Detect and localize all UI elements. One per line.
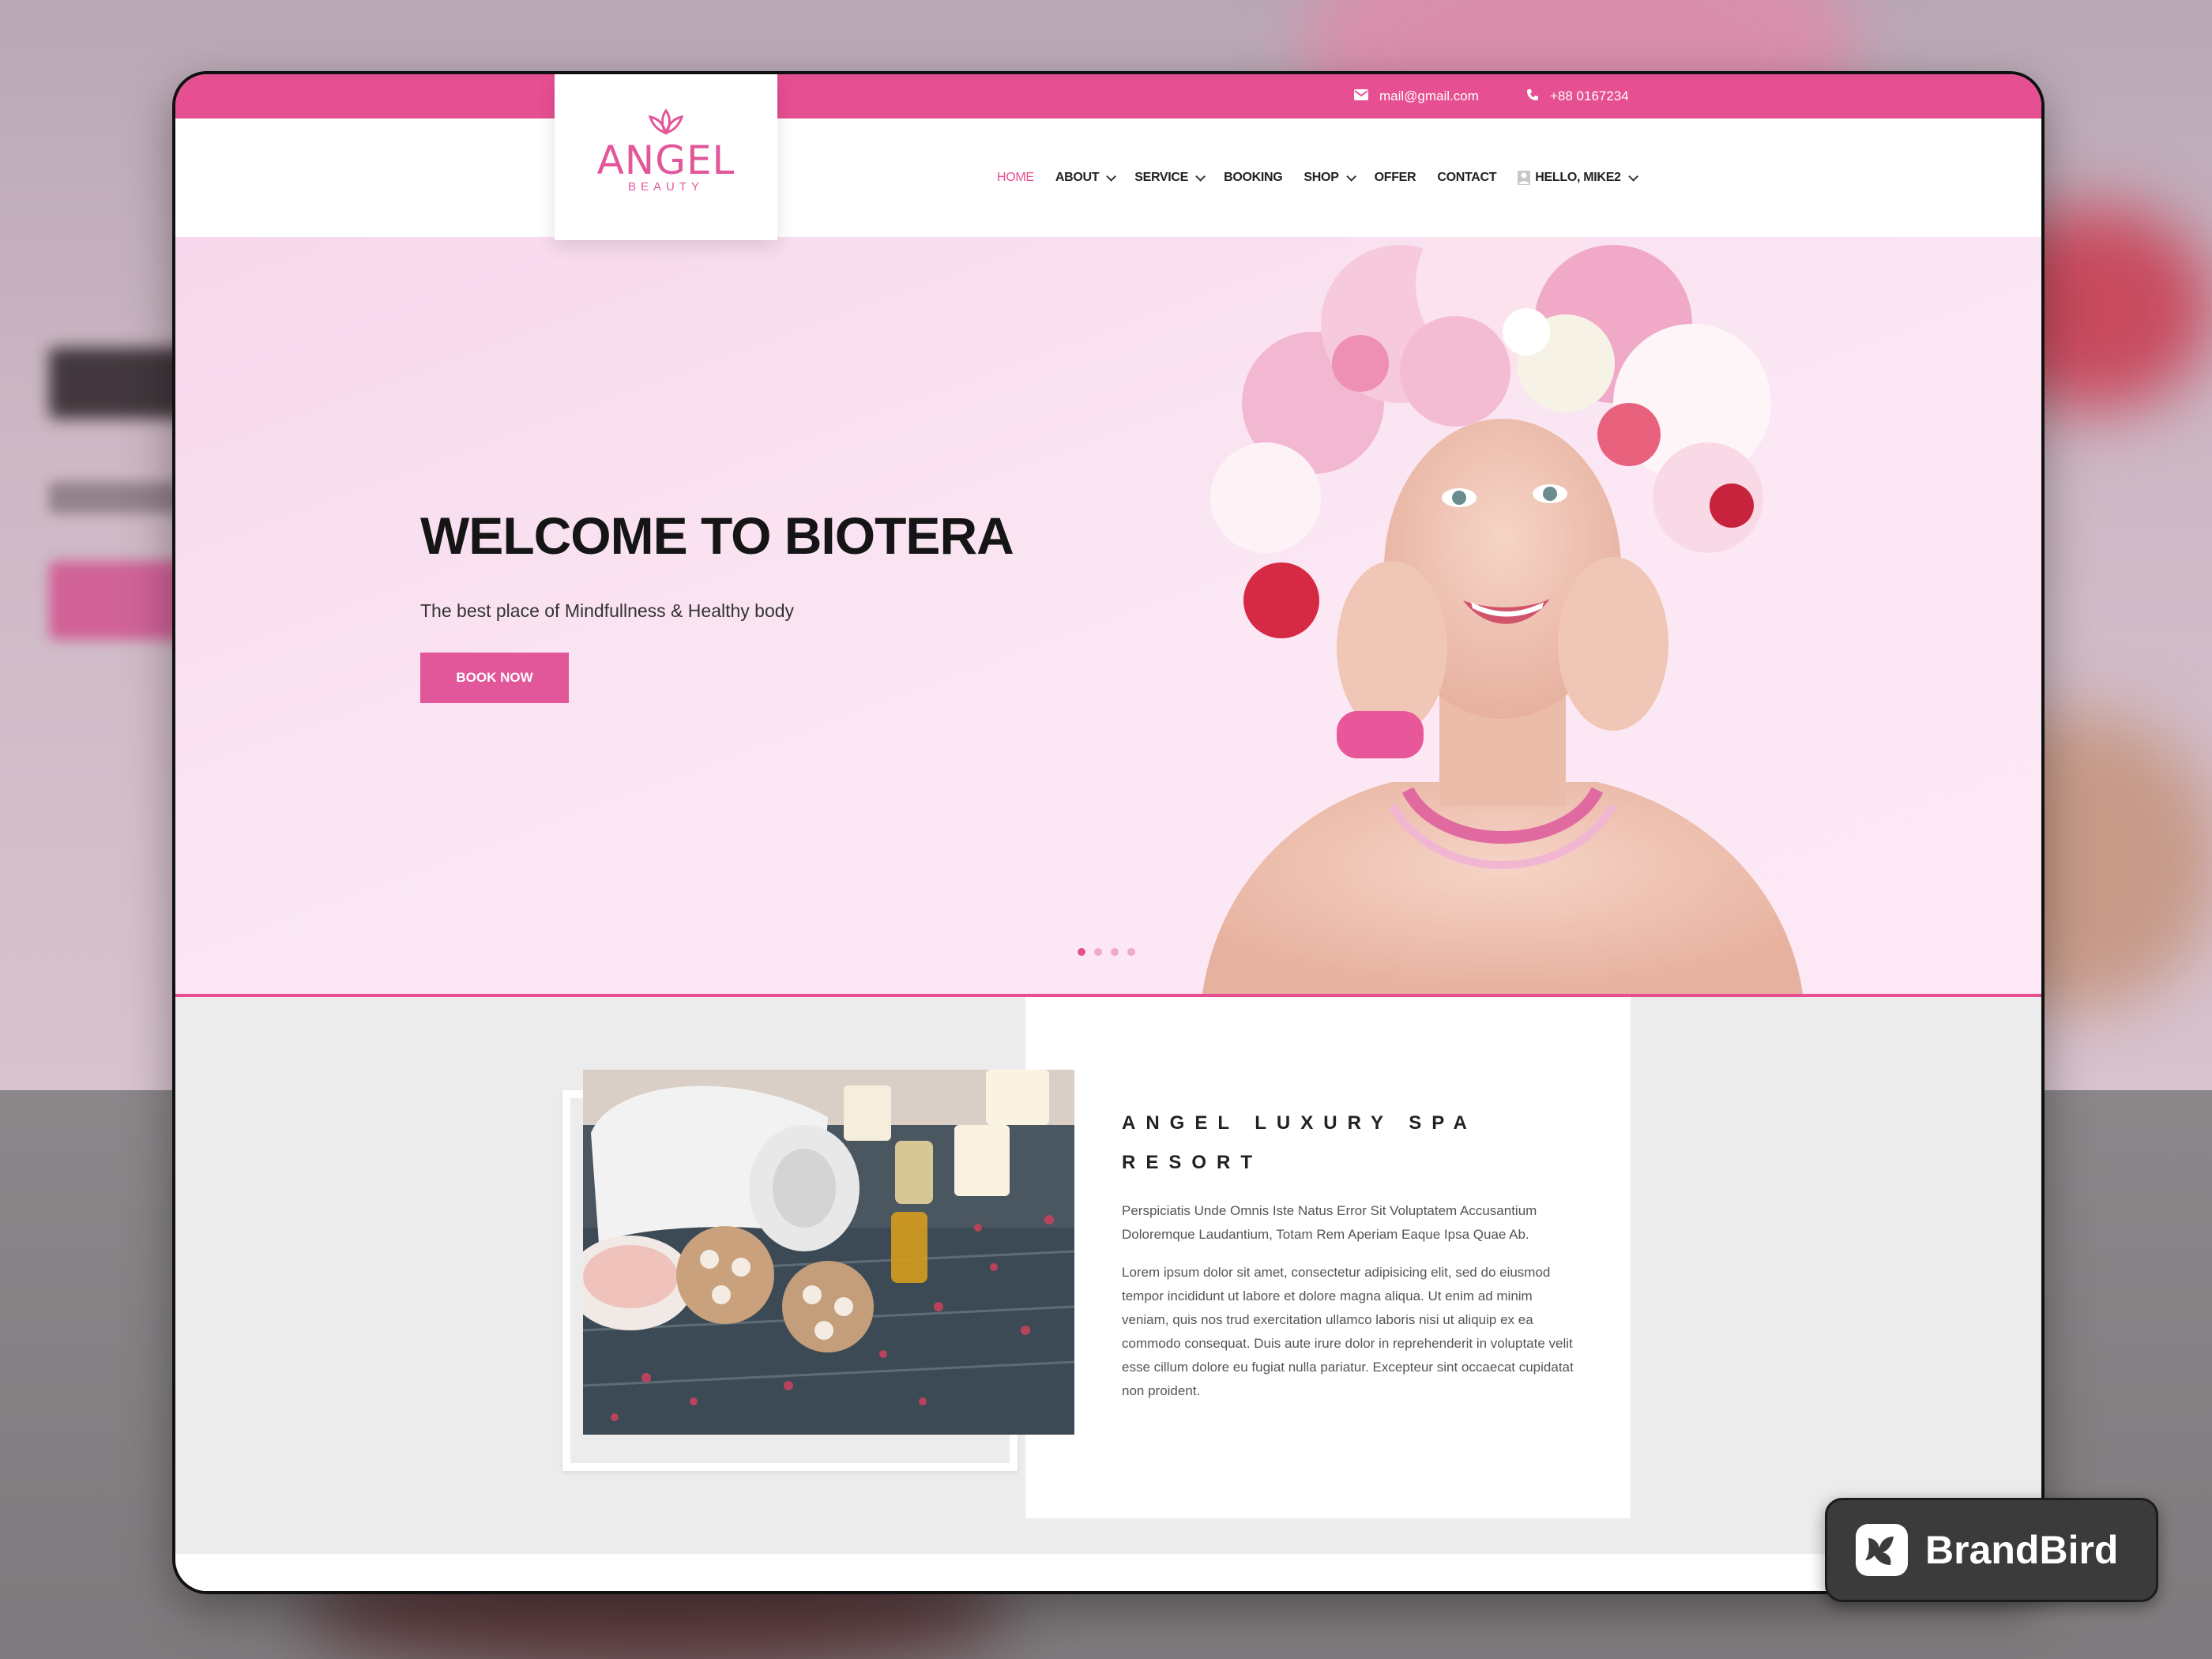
chevron-down-icon: [1106, 171, 1117, 182]
slider-dot[interactable]: [1094, 948, 1102, 956]
user-icon: [1518, 171, 1531, 185]
logo-subtitle: BEAUTY: [627, 180, 704, 194]
nav-contact-label: CONTACT: [1437, 171, 1497, 184]
main-navigation: HOME ABOUT SERVICE BOOKING SHOP OFFER CO…: [997, 118, 1657, 237]
phone-icon: [1526, 88, 1539, 105]
top-contact-bar: mail@gmail.com +88 0167234: [175, 74, 2041, 118]
nav-contact[interactable]: CONTACT: [1437, 171, 1496, 185]
nav-offer[interactable]: OFFER: [1375, 171, 1416, 185]
nav-user-menu[interactable]: HELLO, MIKE2: [1518, 171, 1638, 185]
slider-dot[interactable]: [1111, 948, 1119, 956]
nav-shop-label: SHOP: [1304, 171, 1339, 184]
nav-home-label: HOME: [997, 171, 1034, 184]
about-section: ANGEL LUXURY SPA RESORT Perspiciatis Und…: [175, 997, 2041, 1554]
email-contact[interactable]: mail@gmail.com: [1354, 74, 1479, 118]
footer-strip: [175, 1554, 2041, 1591]
spa-towel-candles-image: [583, 1070, 1074, 1435]
hero-title: WELCOME TO BIOTERA: [420, 506, 1014, 565]
nav-offer-label: OFFER: [1374, 171, 1416, 184]
woman-with-flower-crown-image: [1202, 237, 1803, 994]
nav-booking-label: BOOKING: [1224, 171, 1283, 184]
hero-subtitle: The best place of Mindfullness & Healthy…: [420, 600, 795, 621]
hero-slider: WELCOME TO BIOTERA The best place of Min…: [175, 237, 2041, 997]
brandbird-badge[interactable]: BrandBird: [1825, 1498, 2158, 1602]
book-now-button[interactable]: BOOK NOW: [420, 653, 569, 703]
backdrop-subtitle-blur: [49, 482, 183, 514]
backdrop-button-blur: [49, 561, 191, 640]
about-card: [1025, 997, 1631, 1518]
nav-user-label: HELLO, MIKE2: [1535, 171, 1621, 184]
slider-dot[interactable]: [1127, 948, 1135, 956]
nav-about-label: ABOUT: [1055, 171, 1100, 184]
logo-title: ANGEL: [596, 137, 735, 183]
chevron-down-icon: [1627, 171, 1638, 182]
brandbird-label: BrandBird: [1925, 1528, 2119, 1572]
mail-icon: [1354, 88, 1368, 104]
nav-service[interactable]: SERVICE: [1134, 171, 1206, 185]
chevron-down-icon: [1345, 171, 1356, 182]
email-text: mail@gmail.com: [1379, 88, 1479, 103]
nav-shop[interactable]: SHOP: [1304, 171, 1356, 185]
site-logo[interactable]: ANGEL BEAUTY: [555, 74, 777, 240]
slider-dot[interactable]: [1078, 948, 1085, 956]
about-intro: Perspiciatis Unde Omnis Iste Natus Error…: [1122, 1203, 1537, 1242]
about-title: ANGEL LUXURY SPA RESORT: [1122, 1112, 1477, 1173]
phone-contact[interactable]: +88 0167234: [1526, 74, 1629, 118]
nav-about[interactable]: ABOUT: [1055, 171, 1117, 185]
nav-service-label: SERVICE: [1134, 171, 1189, 184]
phone-text: +88 0167234: [1550, 88, 1629, 103]
nav-booking[interactable]: BOOKING: [1224, 171, 1283, 185]
browser-window: mail@gmail.com +88 0167234 ANGEL BEAUTY …: [172, 71, 2045, 1594]
about-body: Lorem ipsum dolor sit amet, consectetur …: [1122, 1265, 1574, 1398]
bird-logo-icon: [1856, 1524, 1908, 1576]
chevron-down-icon: [1195, 171, 1206, 182]
slider-pagination: [1078, 948, 1144, 956]
nav-home[interactable]: HOME: [997, 171, 1034, 185]
